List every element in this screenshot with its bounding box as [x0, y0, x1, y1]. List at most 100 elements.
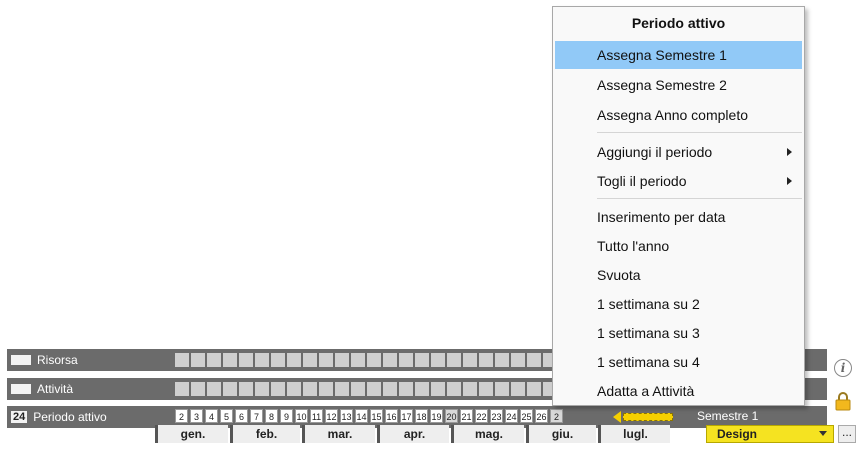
week-number[interactable]: 14 — [355, 409, 368, 423]
menu-separator — [597, 132, 802, 133]
week-number[interactable]: 2 — [550, 409, 563, 423]
week-cell[interactable] — [175, 382, 189, 396]
week-number[interactable]: 6 — [235, 409, 248, 423]
week-cell[interactable] — [383, 382, 397, 396]
week-number[interactable]: 24 — [505, 409, 518, 423]
week-cell[interactable] — [335, 382, 349, 396]
lock-icon[interactable] — [834, 391, 852, 411]
week-cell[interactable] — [335, 353, 349, 367]
week-cell[interactable] — [399, 353, 413, 367]
week-cell[interactable] — [191, 353, 205, 367]
week-cell[interactable] — [511, 382, 525, 396]
week-cell[interactable] — [303, 353, 317, 367]
week-number[interactable]: 15 — [370, 409, 383, 423]
week-cell[interactable] — [255, 382, 269, 396]
week-number[interactable]: 12 — [325, 409, 338, 423]
menu-item-aggiungi-periodo[interactable]: Aggiungi il periodo — [555, 138, 802, 166]
week-cell[interactable] — [511, 353, 525, 367]
week-number[interactable]: 26 — [535, 409, 548, 423]
week-number[interactable]: 5 — [220, 409, 233, 423]
month-label: mar. — [302, 425, 375, 443]
attivita-cells[interactable] — [175, 382, 591, 396]
week-number[interactable]: 25 — [520, 409, 533, 423]
week-cell[interactable] — [239, 382, 253, 396]
week-cell[interactable] — [495, 353, 509, 367]
week-number[interactable]: 21 — [460, 409, 473, 423]
week-cell[interactable] — [207, 353, 221, 367]
week-cell[interactable] — [527, 382, 541, 396]
row-label-risorsa: Risorsa — [11, 352, 78, 368]
week-number[interactable]: 16 — [385, 409, 398, 423]
week-cell[interactable] — [367, 353, 381, 367]
menu-item-assegna-semestre-1[interactable]: Assegna Semestre 1 — [555, 41, 802, 69]
more-button[interactable]: ... — [838, 425, 856, 443]
week-cell[interactable] — [319, 382, 333, 396]
week-cell[interactable] — [367, 382, 381, 396]
menu-item-inserimento-per-data[interactable]: Inserimento per data — [555, 203, 802, 231]
menu-item-assegna-anno-completo[interactable]: Assegna Anno completo — [555, 101, 802, 129]
week-cell[interactable] — [223, 382, 237, 396]
menu-item-togli-periodo[interactable]: Togli il periodo — [555, 167, 802, 195]
week-cell[interactable] — [287, 382, 301, 396]
week-number[interactable]: 22 — [475, 409, 488, 423]
week-cell[interactable] — [287, 353, 301, 367]
week-cell[interactable] — [383, 353, 397, 367]
week-cell[interactable] — [175, 353, 189, 367]
week-cell[interactable] — [447, 353, 461, 367]
week-cell[interactable] — [399, 382, 413, 396]
month-label: feb. — [230, 425, 300, 443]
menu-item-1-settimana-su-3[interactable]: 1 settimana su 3 — [555, 319, 802, 347]
design-select-value: Design — [717, 427, 758, 441]
week-cell[interactable] — [271, 353, 285, 367]
week-number[interactable]: 7 — [250, 409, 263, 423]
week-cell[interactable] — [239, 353, 253, 367]
week-cell[interactable] — [479, 382, 493, 396]
week-number[interactable]: 11 — [310, 409, 323, 423]
week-number[interactable]: 19 — [430, 409, 443, 423]
week-number[interactable]: 10 — [295, 409, 308, 423]
risorsa-cells[interactable] — [175, 353, 591, 367]
week-cell[interactable] — [271, 382, 285, 396]
period-range-handle[interactable] — [613, 410, 679, 424]
week-cell[interactable] — [463, 353, 477, 367]
week-number[interactable]: 20 — [445, 409, 458, 423]
info-icon[interactable]: i — [834, 359, 852, 377]
week-cell[interactable] — [223, 353, 237, 367]
menu-item-tutto-anno[interactable]: Tutto l'anno — [555, 232, 802, 260]
week-cell[interactable] — [207, 382, 221, 396]
menu-item-1-settimana-su-4[interactable]: 1 settimana su 4 — [555, 348, 802, 376]
menu-item-svuota[interactable]: Svuota — [555, 261, 802, 289]
week-number[interactable]: 23 — [490, 409, 503, 423]
attivita-label: Attività — [37, 382, 74, 396]
week-cell[interactable] — [431, 382, 445, 396]
menu-item-adatta-a-attivita[interactable]: Adatta a Attività — [555, 377, 802, 405]
week-cell[interactable] — [191, 382, 205, 396]
menu-item-assegna-semestre-2[interactable]: Assegna Semestre 2 — [555, 71, 802, 99]
week-number[interactable]: 9 — [280, 409, 293, 423]
week-cell[interactable] — [415, 382, 429, 396]
week-cell[interactable] — [303, 382, 317, 396]
week-cell[interactable] — [255, 353, 269, 367]
week-cell[interactable] — [479, 353, 493, 367]
week-cell[interactable] — [447, 382, 461, 396]
week-number[interactable]: 3 — [190, 409, 203, 423]
week-cell[interactable] — [319, 353, 333, 367]
week-selector[interactable]: 2 3 4 5 6 7 8 9 10 11 12 13 14 15 16 17 18 19 20 21 22 23 24 25… — [175, 409, 565, 425]
week-cell[interactable] — [495, 382, 509, 396]
week-cell[interactable] — [351, 353, 365, 367]
week-cell[interactable] — [463, 382, 477, 396]
week-count-badge: 24 — [11, 411, 28, 423]
week-number[interactable]: 8 — [265, 409, 278, 423]
week-cell[interactable] — [415, 353, 429, 367]
week-number[interactable]: 18 — [415, 409, 428, 423]
week-number[interactable]: 13 — [340, 409, 353, 423]
menu-separator — [597, 198, 802, 199]
week-cell[interactable] — [431, 353, 445, 367]
week-cell[interactable] — [527, 353, 541, 367]
design-select[interactable]: Design — [706, 425, 834, 443]
week-cell[interactable] — [351, 382, 365, 396]
week-number[interactable]: 17 — [400, 409, 413, 423]
week-number[interactable]: 4 — [205, 409, 218, 423]
week-number[interactable]: 2 — [175, 409, 188, 423]
menu-item-1-settimana-su-2[interactable]: 1 settimana su 2 — [555, 290, 802, 318]
